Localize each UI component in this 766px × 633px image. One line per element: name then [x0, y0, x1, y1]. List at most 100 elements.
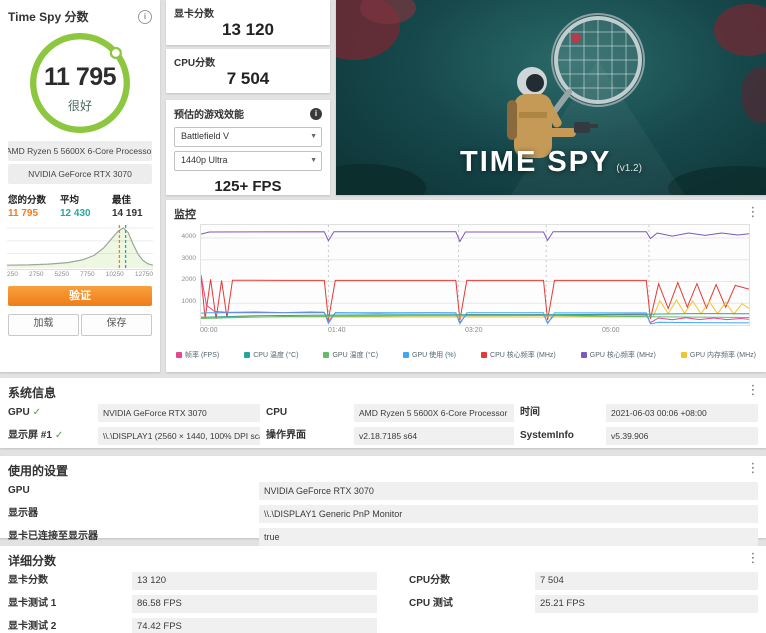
detail-value-cpu-test: 25.21 FPS — [535, 595, 758, 613]
save-button[interactable]: 保存 — [81, 314, 152, 336]
score-gauge: 11 795 很好 — [26, 29, 134, 137]
score-panel-title: Time Spy 分数 — [8, 10, 89, 24]
field-value-gpu: NVIDIA GeForce RTX 3070 — [98, 404, 260, 422]
legend-label: GPU 温度 (°C) — [332, 352, 379, 359]
x-axis-tick: 01:40 — [328, 327, 346, 334]
kebab-menu-icon[interactable]: ⋮ — [746, 460, 760, 476]
dist-tick: 12750 — [134, 271, 153, 278]
detail-label-graphics-test-2: 显卡测试 2 — [8, 621, 57, 632]
field-label-time: 时间 — [520, 407, 540, 418]
field-value-os: v2.18.7185 s64 — [354, 427, 514, 445]
average-score-value: 12 430 — [60, 208, 91, 219]
kebab-menu-icon[interactable]: ⋮ — [746, 204, 760, 220]
monitoring-chart-svg — [201, 225, 749, 325]
settings-used-panel: 使用的设置 ⋮ GPU NVIDIA GeForce RTX 3070 显示器 … — [0, 456, 766, 546]
legend-color-chip — [176, 352, 182, 358]
setting-value-gpu: NVIDIA GeForce RTX 3070 — [259, 482, 758, 500]
monitoring-panel: 监控 ⋮ 4000 3000 2000 1000 00:00 01:40 03:… — [166, 200, 766, 372]
your-score-column: 您的分数 11 795 — [8, 192, 48, 219]
detail-label-graphics-test-1: 显卡测试 1 — [8, 598, 57, 609]
timespy-result-page: Time Spy 分数 i 11 795 很好 AMD Ryzen 5 5600… — [0, 0, 766, 633]
x-axis-tick: 03:20 — [465, 327, 483, 334]
settings-title: 使用的设置 — [8, 464, 69, 478]
x-axis-tick: 00:00 — [200, 327, 218, 334]
legend-label: GPU 使用 (%) — [412, 352, 456, 359]
y-axis-tick: 2000 — [181, 276, 196, 283]
kebab-menu-icon[interactable]: ⋮ — [746, 550, 760, 566]
your-score-label: 您的分数 — [8, 195, 47, 206]
legend-item-gpu-clock[interactable]: GPU 核心频率 (MHz) — [580, 350, 656, 360]
estimated-game-performance-card: 预估的游戏效能 i Battlefield V ▼ 1440p Ultra ▼ … — [166, 100, 330, 195]
detail-label-cpu-test: CPU 测试 — [409, 598, 453, 609]
field-label-gpu: GPU ✓ — [8, 407, 42, 418]
score-rating: 很好 — [67, 99, 92, 113]
y-axis-tick: 4000 — [181, 233, 196, 240]
legend-item-cpu-clock[interactable]: CPU 核心频率 (MHz) — [481, 350, 556, 360]
field-label-display: 显示屏 #1 ✓ — [8, 430, 64, 441]
detailed-scores-title: 详细分数 — [8, 554, 57, 568]
best-score-value: 14 191 — [112, 208, 143, 219]
overall-score: 11 795 — [43, 63, 117, 91]
cpu-score-label: CPU分数 — [174, 58, 216, 69]
x-axis: 00:00 01:40 03:20 05:00 — [200, 327, 748, 337]
dist-tick: 5250 — [54, 271, 70, 278]
hero-version: (v1.2) — [616, 163, 642, 174]
info-icon[interactable]: i — [310, 107, 322, 120]
check-icon: ✓ — [54, 430, 64, 441]
x-axis-tick: 05:00 — [602, 327, 620, 334]
distribution-axis: 250 2750 5250 7750 10250 12750 — [7, 271, 153, 278]
quality-select[interactable]: 1440p Ultra ▼ — [174, 151, 322, 171]
system-info-title: 系统信息 — [8, 386, 57, 400]
hero-title-block: TIME SPY (v1.2) — [336, 146, 766, 179]
cpu-name-bar: AMD Ryzen 5 5600X 6-Core Processor — [8, 141, 152, 161]
chevron-down-icon: ▼ — [310, 133, 317, 140]
dist-tick: 2750 — [28, 271, 44, 278]
legend-item-gpu-mem-clock[interactable]: GPU 内存频率 (MHz) — [680, 350, 756, 360]
field-label-os: 操作界面 — [266, 430, 306, 441]
detailed-scores-grid: 显卡分数 13 120 CPU分数 7 504 显卡测试 1 86.58 FPS… — [8, 572, 758, 633]
system-info-panel: 系统信息 ⋮ GPU ✓ NVIDIA GeForce RTX 3070 CPU … — [0, 378, 766, 448]
distribution-curve — [7, 225, 153, 270]
setting-label-display: 显示器 — [8, 508, 38, 519]
field-value-systeminfo: v5.39.906 — [606, 427, 758, 445]
load-button[interactable]: 加载 — [8, 314, 79, 336]
legend-item-gpu-temp[interactable]: GPU 温度 (°C) — [323, 350, 378, 360]
y-axis-tick: 1000 — [181, 298, 196, 305]
detail-label-gpu-score: 显卡分数 — [8, 575, 48, 586]
dist-tick: 10250 — [105, 271, 124, 278]
legend-color-chip — [680, 352, 687, 358]
gpu-score-value: 13 120 — [222, 20, 274, 39]
game-perf-header: 预估的游戏效能 i — [166, 100, 330, 123]
legend-color-chip — [244, 352, 251, 358]
chevron-down-icon: ▼ — [310, 157, 317, 164]
validate-button[interactable]: 验证 — [8, 286, 152, 306]
kebab-menu-icon[interactable]: ⋮ — [746, 382, 760, 398]
gpu-score-card: 显卡分数 13 120 — [166, 0, 330, 45]
quality-select-value: 1440p Ultra — [181, 155, 228, 165]
legend-color-chip — [580, 352, 587, 358]
info-icon[interactable]: i — [138, 9, 152, 24]
check-icon: ✓ — [32, 407, 42, 418]
game-select[interactable]: Battlefield V ▼ — [174, 127, 322, 147]
legend-color-chip — [403, 352, 410, 358]
legend-label: 帧率 (FPS) — [185, 352, 220, 359]
dist-tick: 7750 — [80, 271, 95, 278]
detailed-scores-panel: 详细分数 ⋮ 显卡分数 13 120 CPU分数 7 504 显卡测试 1 86… — [0, 546, 766, 633]
legend-item-cpu-temp[interactable]: CPU 温度 (°C) — [244, 350, 298, 360]
setting-label-gpu-connected: 显卡已连接至显示器 — [8, 531, 98, 542]
detail-value-gpu-score: 13 120 — [132, 572, 377, 590]
legend-label: GPU 核心频率 (MHz) — [589, 352, 656, 359]
best-score-column: 最佳 14 191 — [112, 192, 152, 219]
legend-label: CPU 温度 (°C) — [253, 352, 299, 359]
legend-item-fps[interactable]: 帧率 (FPS) — [176, 350, 219, 360]
your-score-value: 11 795 — [8, 208, 39, 219]
dist-tick: 250 — [7, 271, 18, 278]
cpu-score-card: CPU分数 7 504 — [166, 49, 330, 93]
legend-item-gpu-usage[interactable]: GPU 使用 (%) — [403, 350, 456, 360]
best-score-label: 最佳 — [112, 195, 132, 206]
